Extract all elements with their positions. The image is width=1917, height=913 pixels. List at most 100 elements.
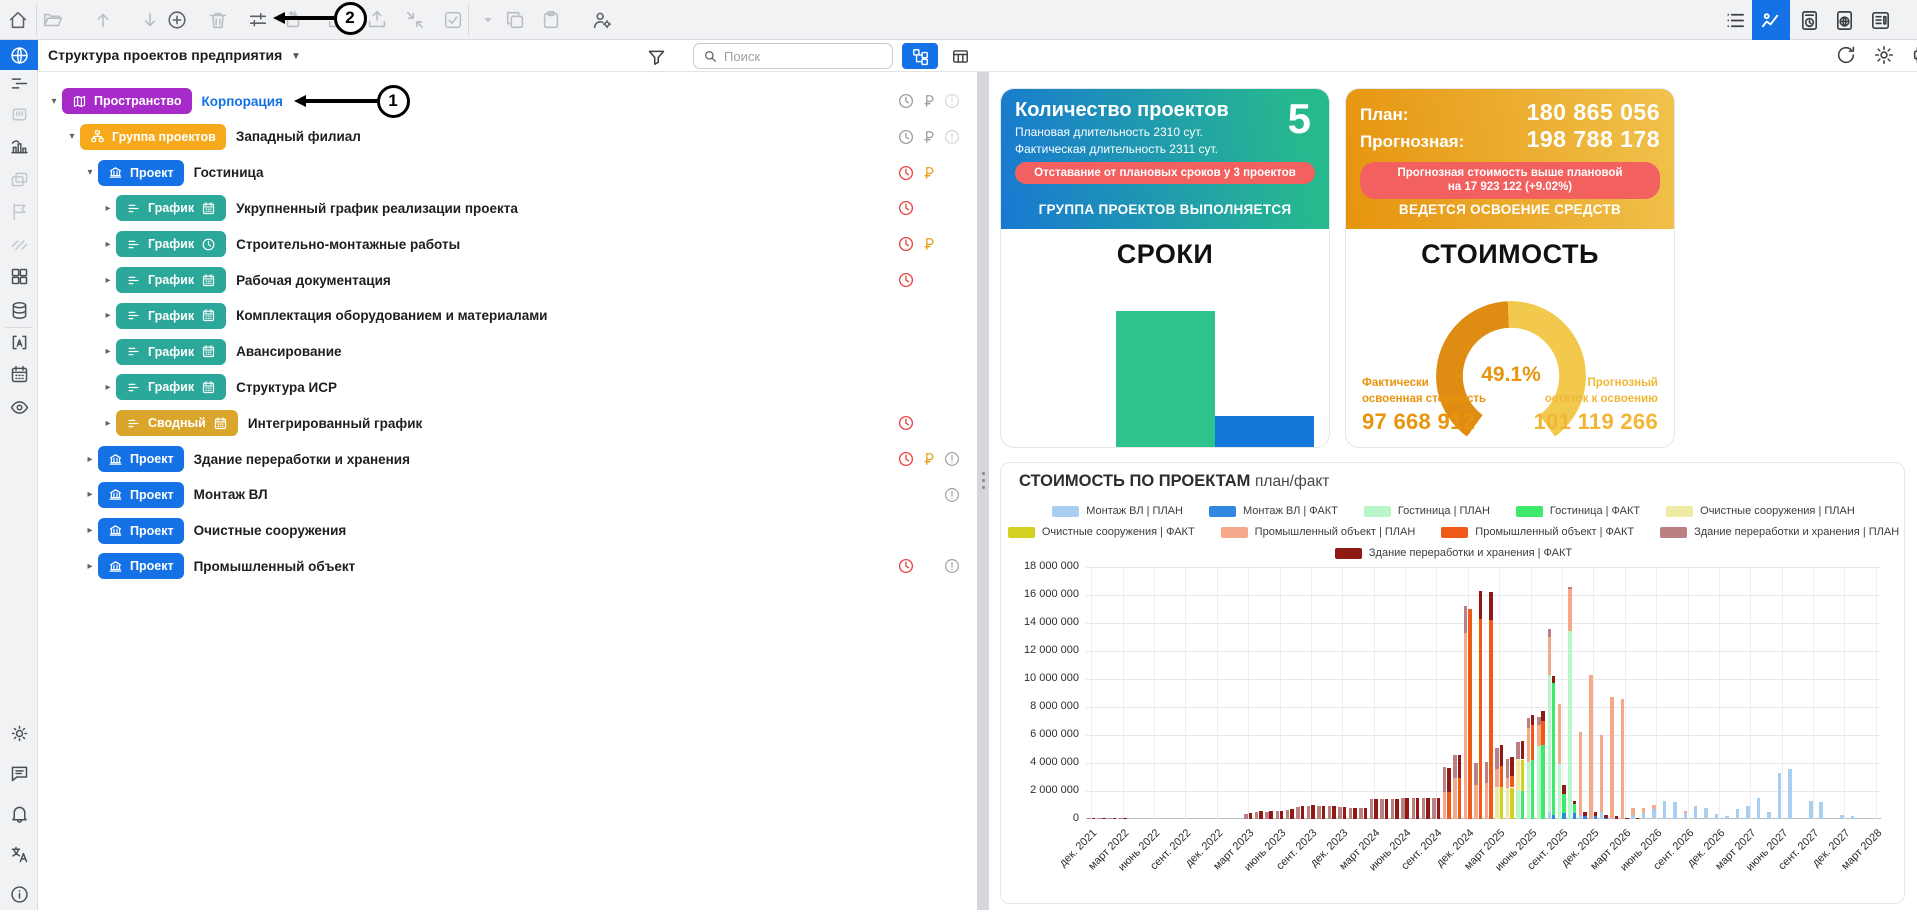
- tree-row[interactable]: ▸ПроектЗдание переработки и хранения: [38, 442, 968, 476]
- move-down-icon[interactable]: [138, 8, 162, 32]
- tree-row[interactable]: ▸ПроектМонтаж ВЛ: [38, 478, 968, 512]
- tree-row[interactable]: ▸ПроектПромышленный объект: [38, 549, 968, 583]
- tree-row[interactable]: ▸ГрафикАвансирование: [38, 335, 968, 369]
- gantt-icon[interactable]: [0, 68, 38, 98]
- histogram-icon[interactable]: [0, 131, 38, 161]
- bar-segment: [1307, 806, 1311, 819]
- item-title[interactable]: Интегрированный график: [248, 416, 422, 431]
- visibility-icon[interactable]: [0, 392, 38, 422]
- flags-icon[interactable]: [0, 196, 38, 226]
- notifications-icon[interactable]: [0, 798, 38, 828]
- collapse-icon[interactable]: [403, 8, 427, 32]
- tree-row[interactable]: ▸ГрафикСтруктура ИСР: [38, 370, 968, 404]
- caret-right-icon[interactable]: ▸: [82, 454, 98, 465]
- y-tick-label: 14 000 000: [1003, 616, 1079, 628]
- database-icon[interactable]: [0, 295, 38, 325]
- doc-timer-icon[interactable]: [1797, 8, 1821, 32]
- print-icon[interactable]: [1909, 42, 1917, 68]
- milestones-icon[interactable]: [0, 99, 38, 129]
- caret-right-icon[interactable]: ▸: [100, 239, 116, 250]
- badge-label: Группа проектов: [112, 130, 216, 144]
- caret-right-icon[interactable]: ▸: [82, 525, 98, 536]
- list-view-icon[interactable]: [1723, 8, 1747, 32]
- settings-gear-icon[interactable]: [1871, 42, 1897, 68]
- item-title[interactable]: Здание переработки и хранения: [194, 452, 410, 467]
- item-title[interactable]: Рабочая документация: [236, 273, 391, 288]
- open-folder-icon[interactable]: [41, 8, 65, 32]
- delete-icon[interactable]: [206, 8, 230, 32]
- tree-row[interactable]: ▾ПроектГостиница: [38, 156, 968, 190]
- table-view-toggle[interactable]: [942, 43, 978, 69]
- tree-row[interactable]: ▸ГрафикСтроительно-монтажные работы: [38, 227, 968, 261]
- search-input[interactable]: [724, 49, 874, 64]
- item-title[interactable]: Гостиница: [194, 165, 264, 180]
- caret-down-icon[interactable]: ▾: [46, 96, 62, 107]
- export-icon[interactable]: [365, 8, 389, 32]
- caret-down-icon[interactable]: ▾: [82, 167, 98, 178]
- add-icon[interactable]: [165, 8, 189, 32]
- caret-right-icon[interactable]: ▸: [82, 489, 98, 500]
- doc-globe-icon[interactable]: [1832, 8, 1856, 32]
- home-icon[interactable]: [6, 8, 30, 32]
- bar-segment: [1642, 813, 1646, 819]
- bar-segment: [1604, 815, 1608, 818]
- warning-icon: [940, 556, 963, 576]
- filter-funnel-icon[interactable]: [643, 44, 669, 70]
- paste-icon[interactable]: [539, 8, 563, 32]
- caret-right-icon[interactable]: ▸: [100, 275, 116, 286]
- info-icon[interactable]: [0, 879, 38, 909]
- item-title[interactable]: Монтаж ВЛ: [194, 487, 268, 502]
- bar-segment: [1349, 808, 1353, 819]
- bar-segment: [1296, 807, 1300, 819]
- refresh-icon[interactable]: [1833, 42, 1859, 68]
- item-title[interactable]: Западный филиал: [236, 129, 361, 144]
- copy-icon[interactable]: [503, 8, 527, 32]
- caret-right-icon[interactable]: ▸: [100, 382, 116, 393]
- report-icon[interactable]: [1868, 8, 1892, 32]
- item-title[interactable]: Промышленный объект: [194, 559, 356, 574]
- dashboard-view-icon[interactable]: [1752, 0, 1790, 40]
- item-title[interactable]: Корпорация: [202, 94, 283, 109]
- tree-row[interactable]: ▸ГрафикРабочая документация: [38, 263, 968, 297]
- portfolio-grid-icon[interactable]: [0, 261, 38, 291]
- user-settings-icon[interactable]: [590, 8, 614, 32]
- caret-right-icon[interactable]: ▸: [100, 310, 116, 321]
- forecast-value: 198 788 178: [1527, 126, 1660, 153]
- multiselect-caret-icon[interactable]: [476, 8, 500, 32]
- projects-timing-card: Количество проектов 5 Плановая длительно…: [1000, 88, 1330, 448]
- tree-row[interactable]: ▸ГрафикКомплектация оборудованием и мате…: [38, 299, 968, 333]
- tree-view-toggle[interactable]: [902, 43, 938, 69]
- language-icon[interactable]: [0, 839, 38, 869]
- caret-right-icon[interactable]: ▸: [100, 346, 116, 357]
- tree-row[interactable]: ▾ПространствоКорпорация: [38, 84, 968, 118]
- multiselect-icon[interactable]: [441, 8, 465, 32]
- panel-splitter[interactable]: [977, 72, 989, 910]
- chevron-down-icon[interactable]: ▼: [291, 51, 301, 62]
- theme-icon[interactable]: [0, 718, 38, 748]
- bar-segment: [1479, 591, 1483, 619]
- item-title[interactable]: Авансирование: [236, 344, 341, 359]
- calendar-icon[interactable]: [0, 359, 38, 389]
- item-title[interactable]: Структура ИСР: [236, 380, 337, 395]
- caret-right-icon[interactable]: ▸: [100, 418, 116, 429]
- tree-row[interactable]: ▸СводныйИнтегрированный график: [38, 406, 968, 440]
- caret-down-icon[interactable]: ▾: [64, 131, 80, 142]
- documents-icon[interactable]: [0, 164, 38, 194]
- hatch-icon[interactable]: [0, 229, 38, 259]
- item-title[interactable]: Очистные сооружения: [194, 523, 347, 538]
- dictionary-icon[interactable]: [0, 327, 38, 357]
- tree-view-title[interactable]: Структура проектов предприятия: [48, 47, 282, 63]
- caret-right-icon[interactable]: ▸: [82, 561, 98, 572]
- bar-segment: [1516, 742, 1520, 759]
- item-title[interactable]: Укрупненный график реализации проекта: [236, 201, 518, 216]
- workspace-globe-icon[interactable]: [0, 40, 38, 70]
- item-title[interactable]: Строительно-монтажные работы: [236, 237, 460, 252]
- tree-row[interactable]: ▸ПроектОчистные сооружения: [38, 514, 968, 548]
- comments-icon[interactable]: [0, 758, 38, 788]
- item-title[interactable]: Комплектация оборудованием и материалами: [236, 308, 547, 323]
- caret-right-icon[interactable]: ▸: [100, 203, 116, 214]
- tree-row[interactable]: ▸ГрафикУкрупненный график реализации про…: [38, 191, 968, 225]
- tree-row[interactable]: ▾ Группа проектов Западный филиал: [38, 120, 968, 154]
- filter-settings-icon[interactable]: [246, 8, 270, 32]
- move-up-icon[interactable]: [91, 8, 115, 32]
